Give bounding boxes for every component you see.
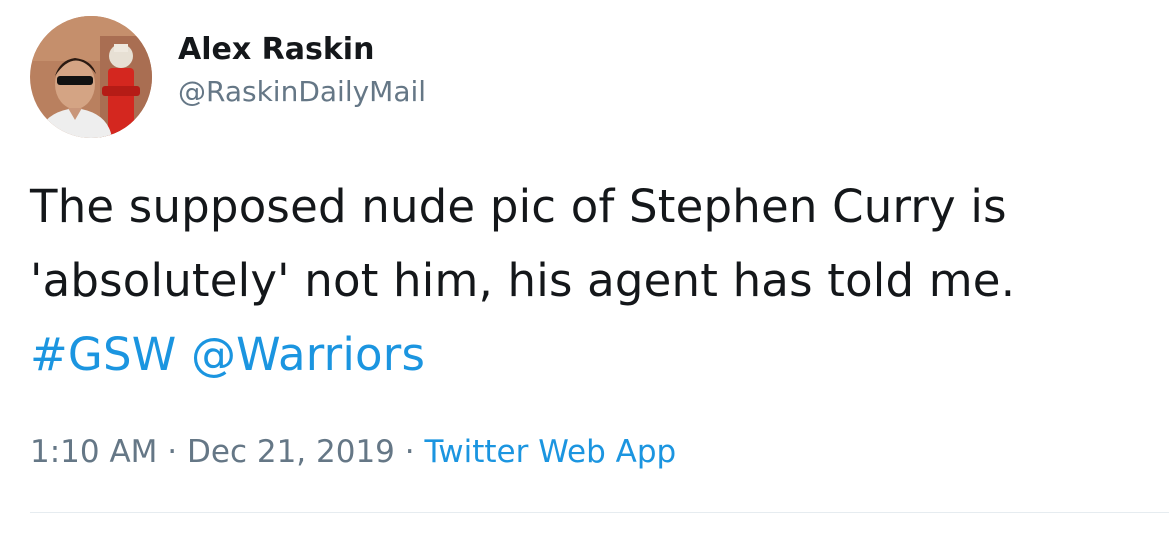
- tweet-source-link[interactable]: Twitter Web App: [424, 434, 676, 470]
- tweet-date[interactable]: Dec 21, 2019: [187, 434, 395, 470]
- tweet-entities-line: #GSW @Warriors: [30, 318, 1155, 392]
- tweet-text-line: 'absolutely' not him, his agent has told…: [30, 254, 1016, 307]
- author-handle[interactable]: @RaskinDailyMail: [178, 70, 426, 114]
- author-block: Alex Raskin @RaskinDailyMail: [178, 30, 426, 114]
- tweet-text: The supposed nude pic of Stephen Curry i…: [30, 170, 1155, 392]
- meta-separator: ·: [404, 434, 415, 470]
- author-display-name[interactable]: Alex Raskin: [178, 30, 426, 70]
- tweet-time[interactable]: 1:10 AM: [30, 434, 157, 470]
- tweet-text-line: The supposed nude pic of Stephen Curry i…: [30, 180, 1007, 233]
- divider: [30, 512, 1169, 513]
- avatar-photo: [30, 16, 152, 138]
- mention-link[interactable]: @Warriors: [191, 328, 425, 381]
- hashtag-link[interactable]: #GSW: [30, 328, 176, 381]
- tweet-meta: 1:10 AM · Dec 21, 2019 · Twitter Web App: [30, 430, 676, 474]
- avatar[interactable]: [30, 16, 152, 138]
- meta-separator: ·: [167, 434, 178, 470]
- tweet-card: Alex Raskin @RaskinDailyMail The suppose…: [0, 0, 1169, 535]
